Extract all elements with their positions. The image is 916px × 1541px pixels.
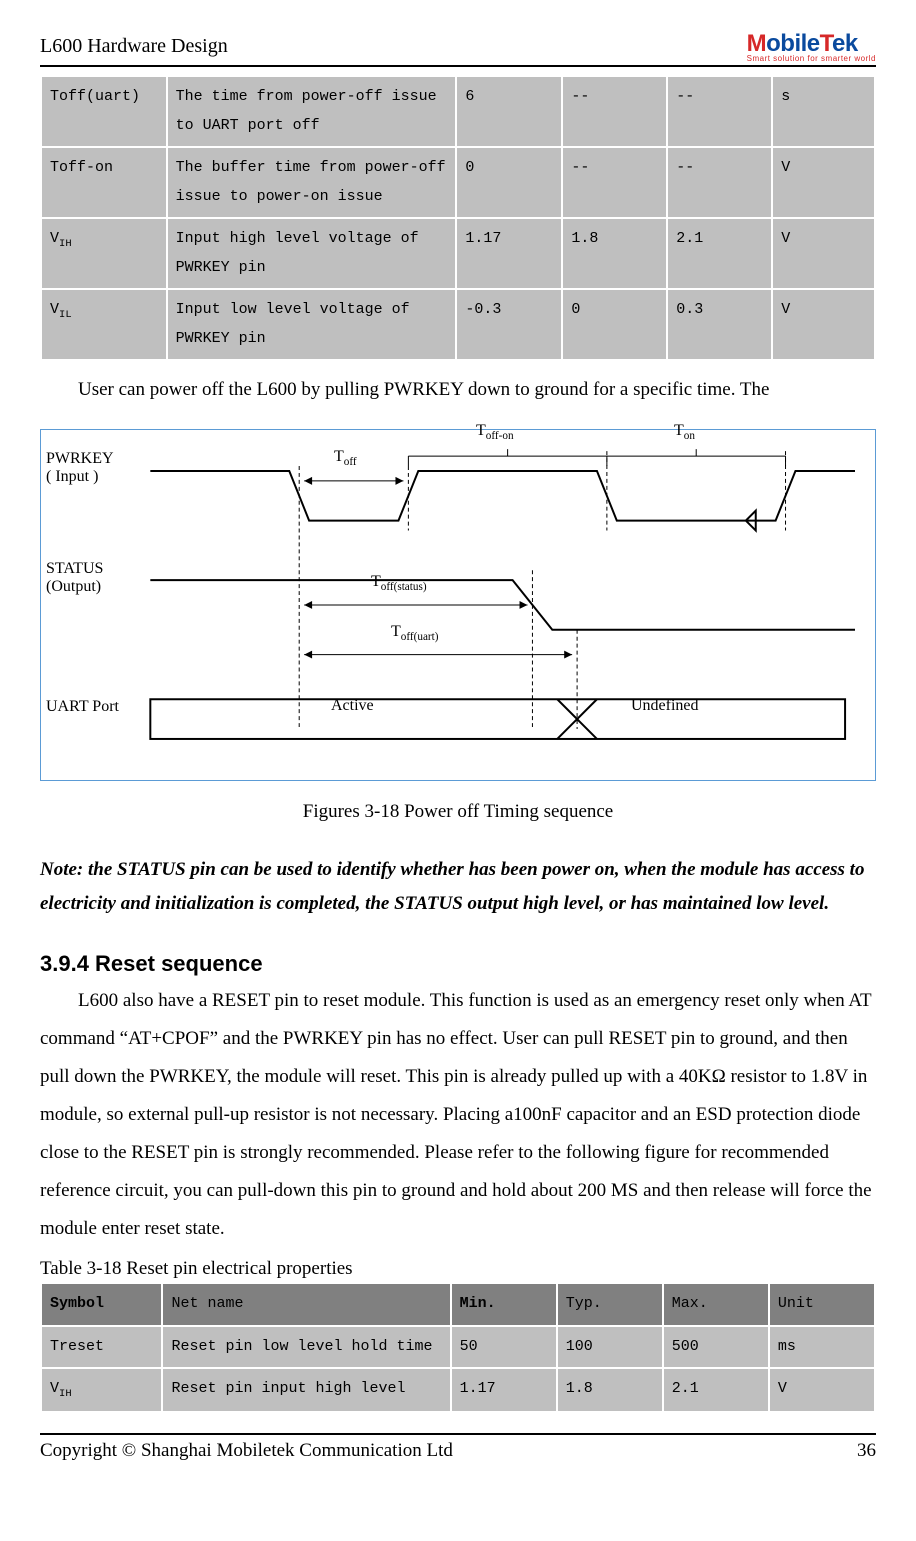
cell-max: 0.3 xyxy=(667,289,772,360)
page-number: 36 xyxy=(857,1440,876,1462)
parameters-table-2: Symbol Net name Min. Typ. Max. Unit Tres… xyxy=(40,1282,876,1413)
table2-caption: Table 3-18 Reset pin electrical properti… xyxy=(40,1258,876,1280)
cell-desc: Input low level voltage of PWRKEY pin xyxy=(167,289,457,360)
copyright: Copyright © Shanghai Mobiletek Communica… xyxy=(40,1440,453,1462)
cell-desc: The time from power-off issue to UART po… xyxy=(167,76,457,147)
cell-typ: -- xyxy=(562,147,667,218)
cell-unit: V xyxy=(772,289,875,360)
label-active: Active xyxy=(331,697,374,715)
cell-min: 1.17 xyxy=(451,1368,557,1412)
label-pwrkey: PWRKEY( Input ) xyxy=(46,450,114,486)
cell-typ: 1.8 xyxy=(562,218,667,289)
cell-max: 500 xyxy=(663,1326,769,1369)
table-row: VIL Input low level voltage of PWRKEY pi… xyxy=(41,289,875,360)
timing-svg xyxy=(61,440,855,760)
page-footer: Copyright © Shanghai Mobiletek Communica… xyxy=(40,1433,876,1462)
label-uart: UART Port xyxy=(46,698,119,716)
page-header: L600 Hardware Design MobileTek Smart sol… xyxy=(40,30,876,67)
cell-min: 6 xyxy=(456,76,562,147)
cell-unit: V xyxy=(769,1368,875,1412)
label-ton: Ton xyxy=(674,422,695,442)
th-min: Min. xyxy=(451,1283,557,1326)
note-text: Note: the STATUS pin can be used to iden… xyxy=(40,853,876,921)
th-name: Net name xyxy=(162,1283,450,1326)
doc-title: L600 Hardware Design xyxy=(40,35,228,58)
cell-min: -0.3 xyxy=(456,289,562,360)
cell-desc: Input high level voltage of PWRKEY pin xyxy=(167,218,457,289)
cell-name: Reset pin input high level xyxy=(162,1368,450,1412)
cell-min: 0 xyxy=(456,147,562,218)
logo-text: MobileTek xyxy=(747,30,858,57)
table-row: Treset Reset pin low level hold time 50 … xyxy=(41,1326,875,1369)
cell-symbol: VIH xyxy=(41,218,167,289)
cell-typ: 100 xyxy=(557,1326,663,1369)
cell-symbol: VIH xyxy=(41,1368,162,1412)
cell-symbol: Treset xyxy=(41,1326,162,1369)
cell-typ: -- xyxy=(562,76,667,147)
section-body: L600 also have a RESET pin to reset modu… xyxy=(40,982,876,1248)
table-header-row: Symbol Net name Min. Typ. Max. Unit xyxy=(41,1283,875,1326)
cell-desc: The buffer time from power-off issue to … xyxy=(167,147,457,218)
cell-min: 1.17 xyxy=(456,218,562,289)
th-symbol: Symbol xyxy=(41,1283,162,1326)
parameters-table-1: Toff(uart) The time from power-off issue… xyxy=(40,75,876,361)
section-heading: 3.9.4 Reset sequence xyxy=(40,951,876,977)
cell-min: 50 xyxy=(451,1326,557,1369)
logo-tagline: Smart solution for smarter world xyxy=(747,54,876,63)
label-toffuart: Toff(uart) xyxy=(391,623,438,643)
cell-unit: ms xyxy=(769,1326,875,1369)
table-row: VIH Reset pin input high level 1.17 1.8 … xyxy=(41,1368,875,1412)
table-row: VIH Input high level voltage of PWRKEY p… xyxy=(41,218,875,289)
th-max: Max. xyxy=(663,1283,769,1326)
cell-max: -- xyxy=(667,147,772,218)
timing-diagram: PWRKEY( Input ) STATUS(Output) UART Port… xyxy=(40,429,876,781)
cell-name: Reset pin low level hold time xyxy=(162,1326,450,1369)
cell-unit: s xyxy=(772,76,875,147)
cell-unit: V xyxy=(772,218,875,289)
label-toff: Toff xyxy=(334,448,357,468)
cell-max: -- xyxy=(667,76,772,147)
table-row: Toff(uart) The time from power-off issue… xyxy=(41,76,875,147)
cell-symbol: Toff-on xyxy=(41,147,167,218)
th-typ: Typ. xyxy=(557,1283,663,1326)
label-toffstatus: Toff(status) xyxy=(371,573,427,593)
cell-symbol: Toff(uart) xyxy=(41,76,167,147)
cell-max: 2.1 xyxy=(667,218,772,289)
intro-text: User can power off the L600 by pulling P… xyxy=(40,371,876,409)
cell-typ: 0 xyxy=(562,289,667,360)
cell-typ: 1.8 xyxy=(557,1368,663,1412)
label-status: STATUS(Output) xyxy=(46,560,103,596)
cell-unit: V xyxy=(772,147,875,218)
label-toffon: Toff-on xyxy=(476,422,514,442)
logo: MobileTek Smart solution for smarter wor… xyxy=(747,30,876,63)
cell-symbol: VIL xyxy=(41,289,167,360)
table-row: Toff-on The buffer time from power-off i… xyxy=(41,147,875,218)
label-undefined: Undefined xyxy=(631,697,699,715)
th-unit: Unit xyxy=(769,1283,875,1326)
cell-max: 2.1 xyxy=(663,1368,769,1412)
figure-caption: Figures 3-18 Power off Timing sequence xyxy=(40,801,876,823)
